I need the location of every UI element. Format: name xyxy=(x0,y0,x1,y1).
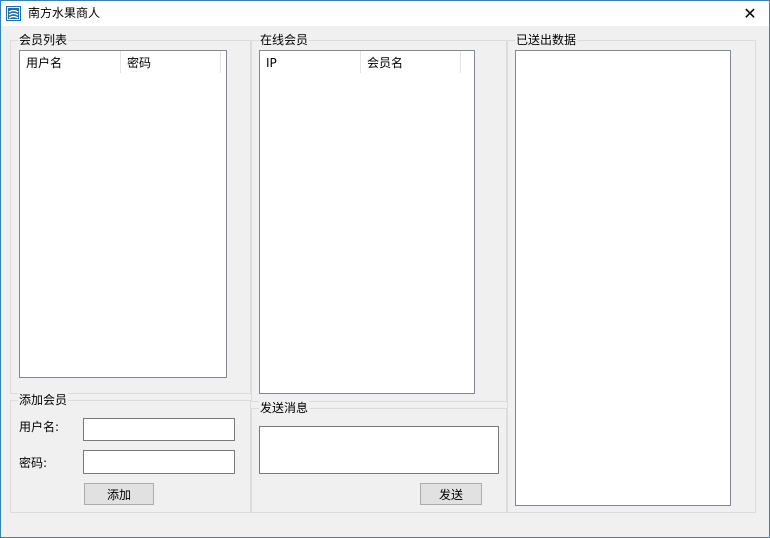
online-members-header: IP 会员名 xyxy=(260,51,461,73)
app-icon xyxy=(6,6,21,21)
message-input[interactable] xyxy=(259,426,499,474)
column-header-username[interactable]: 用户名 xyxy=(20,51,121,73)
username-label: 用户名: xyxy=(19,420,60,434)
username-field[interactable] xyxy=(83,418,235,441)
close-icon: ✕ xyxy=(743,4,757,23)
password-label: 密码: xyxy=(19,456,48,470)
sent-data-view[interactable] xyxy=(515,50,731,506)
column-header-password[interactable]: 密码 xyxy=(121,51,221,73)
sent-data-caption: 已送出数据 xyxy=(515,33,578,47)
member-list-view[interactable]: 用户名 密码 xyxy=(19,50,227,378)
column-header-ip[interactable]: IP xyxy=(260,51,361,73)
send-message-caption: 发送消息 xyxy=(259,401,310,415)
column-header-member-name[interactable]: 会员名 xyxy=(361,51,461,73)
title-bar[interactable]: 南方水果商人 ✕ xyxy=(1,1,769,26)
add-member-caption: 添加会员 xyxy=(18,393,69,407)
add-member-button[interactable]: 添加 xyxy=(84,483,154,505)
close-button[interactable]: ✕ xyxy=(733,1,767,26)
member-list-header: 用户名 密码 xyxy=(20,51,221,73)
password-field[interactable] xyxy=(83,450,235,474)
window-title: 南方水果商人 xyxy=(28,6,101,20)
member-list-caption: 会员列表 xyxy=(18,33,69,47)
online-members-caption: 在线会员 xyxy=(259,33,310,47)
online-members-view[interactable]: IP 会员名 xyxy=(259,50,475,394)
send-button[interactable]: 发送 xyxy=(420,483,482,505)
